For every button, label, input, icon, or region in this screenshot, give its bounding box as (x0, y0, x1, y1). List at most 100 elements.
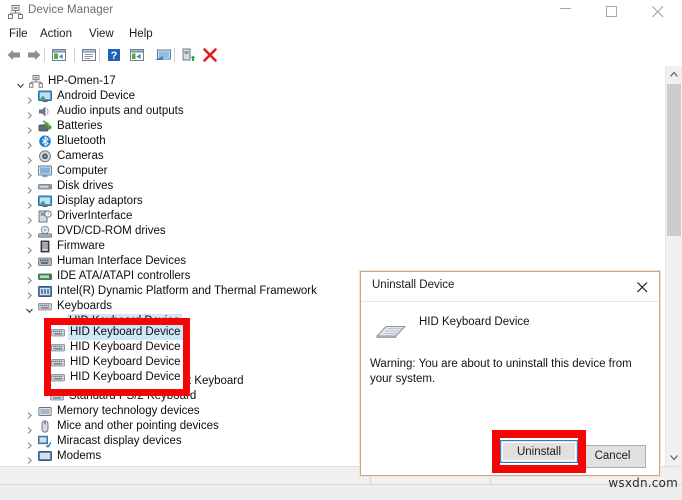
toolbar: ? (0, 44, 682, 67)
device-manager-icon (8, 5, 23, 19)
properties-icon[interactable] (81, 47, 97, 63)
tree-row-android-device[interactable]: Android Device (0, 89, 640, 104)
firmware-icon (38, 240, 52, 253)
help-icon[interactable]: ? (106, 47, 122, 63)
monitor-icon (38, 165, 52, 178)
tree-item-label: Modems (57, 450, 102, 462)
tree-row-dvd-cd-rom-drives[interactable]: DVD/CD-ROM drives (0, 224, 640, 239)
tree-row-disk-drives[interactable]: Disk drives (0, 179, 640, 194)
back-arrow-icon[interactable] (6, 47, 22, 63)
tree-item-label: HID Keyboard Device (68, 325, 183, 340)
thermal-icon (38, 285, 52, 298)
menu-view[interactable]: View (86, 26, 117, 42)
chevron-right-icon[interactable] (25, 167, 34, 179)
uninstall-button-label: Uninstall (502, 442, 576, 461)
chevron-right-icon[interactable] (25, 92, 34, 104)
chevron-right-icon[interactable] (25, 197, 34, 209)
uninstall-button-highlighted[interactable]: Uninstall (500, 440, 578, 463)
highlighted-row-4[interactable]: HID Keyboard Device (51, 370, 183, 385)
menu-file[interactable]: File (6, 26, 31, 42)
minimize-button[interactable] (544, 0, 590, 24)
tree-row-audio-inputs-and-outputs[interactable]: Audio inputs and outputs (0, 104, 640, 119)
enable-device-icon[interactable] (181, 47, 197, 63)
tree-vertical-scrollbar[interactable] (665, 66, 682, 466)
tree-item-label: Batteries (57, 120, 103, 132)
annotation-uninstall-inner-panel: Uninstall (500, 438, 578, 465)
tree-item-label: Human Interface Devices (57, 255, 187, 267)
bluetooth-icon (38, 135, 52, 148)
forward-arrow-icon[interactable] (26, 47, 42, 63)
chevron-right-icon[interactable] (25, 437, 34, 449)
taskbar-strip (0, 484, 682, 500)
uninstall-device-icon[interactable] (202, 47, 218, 63)
highlighted-row-1[interactable]: HID Keyboard Device (51, 325, 183, 340)
tree-item-label: Firmware (57, 240, 105, 252)
menu-action[interactable]: Action (37, 26, 75, 42)
menu-help[interactable]: Help (126, 26, 156, 42)
highlighted-row-2[interactable]: HID Keyboard Device (51, 340, 183, 355)
tree-item-label: DVD/CD-ROM drives (57, 225, 166, 237)
chevron-down-icon[interactable] (16, 77, 25, 89)
chevron-down-icon[interactable] (25, 302, 34, 314)
tree-item-label: Keyboards (57, 300, 112, 312)
chevron-right-icon[interactable] (25, 452, 34, 464)
watermark: wsxdn.com (608, 476, 678, 490)
memory-icon (38, 405, 52, 418)
tree-item-label: Intel(R) Dynamic Platform and Thermal Fr… (57, 285, 317, 297)
tree-item-label: Miracast display devices (57, 435, 182, 447)
tree-row-bluetooth[interactable]: Bluetooth (0, 134, 640, 149)
svg-text:?: ? (111, 50, 118, 62)
chevron-right-icon[interactable] (25, 182, 34, 194)
svg-text:?: ? (47, 212, 50, 217)
chevron-right-icon[interactable] (25, 407, 34, 419)
scroll-down-icon[interactable] (666, 449, 682, 466)
tree-item-label: Computer (57, 165, 108, 177)
chevron-right-icon[interactable] (25, 152, 34, 164)
tree-row-root[interactable]: HP-Omen-17 (0, 74, 640, 89)
tree-row-display-adaptors[interactable]: Display adaptors (0, 194, 640, 209)
tree-item-label: Mice and other pointing devices (57, 420, 219, 432)
scan-hardware-changes-icon[interactable] (154, 47, 171, 63)
toolbar-separator (74, 48, 75, 62)
close-button[interactable] (636, 0, 682, 24)
update-driver-icon[interactable] (129, 47, 145, 63)
tree-row-computer[interactable]: Computer (0, 164, 640, 179)
chevron-right-icon[interactable] (25, 422, 34, 434)
chevron-right-icon[interactable] (25, 212, 34, 224)
maximize-button[interactable] (590, 0, 636, 24)
highlighted-row-3[interactable]: HID Keyboard Device (51, 355, 183, 370)
keyboard-icon (375, 317, 407, 345)
tree-item-label: DriverInterface (57, 210, 133, 222)
tree-row-human-interface-devices[interactable]: Human Interface Devices (0, 254, 640, 269)
chevron-right-icon[interactable] (25, 242, 34, 254)
disk-drive-icon (38, 180, 52, 193)
dialog-close-button[interactable] (625, 272, 659, 301)
mouse-icon (38, 420, 52, 433)
chevron-right-icon[interactable] (25, 107, 34, 119)
tree-row-batteries[interactable]: Batteries (0, 119, 640, 134)
tree-row-cameras[interactable]: Cameras (0, 149, 640, 164)
tree-item-label: HID Keyboard Device (70, 341, 181, 353)
chevron-right-icon[interactable] (25, 122, 34, 134)
title-bar: Device Manager (0, 0, 682, 24)
tree-item-label: Memory technology devices (57, 405, 200, 417)
tree-item-label: Standard PS/2 Keyboard (69, 390, 197, 402)
chevron-right-icon[interactable] (25, 272, 34, 284)
tree-item-label: HID Keyboard Device (70, 371, 181, 383)
tree-row-driverinterface[interactable]: ? DriverInterface (0, 209, 640, 224)
toolbar-separator (174, 48, 175, 62)
chevron-right-icon[interactable] (25, 287, 34, 299)
annotation-tree-inner-panel: HID Keyboard Device HID Keyboard Device … (51, 325, 183, 389)
chevron-right-icon[interactable] (25, 257, 34, 269)
cancel-button[interactable]: Cancel (579, 445, 646, 468)
toolbar-separator (44, 48, 45, 62)
chevron-right-icon[interactable] (25, 137, 34, 149)
tree-row-firmware[interactable]: Firmware (0, 239, 640, 254)
scrollbar-thumb[interactable] (667, 84, 681, 236)
show-hidden-devices-icon[interactable] (51, 47, 67, 63)
keyboard-icon (51, 371, 65, 389)
chevron-right-icon[interactable] (25, 227, 34, 239)
scroll-up-icon[interactable] (666, 66, 682, 83)
modem-icon (38, 450, 52, 463)
dialog-title-bar: Uninstall Device (361, 272, 659, 302)
